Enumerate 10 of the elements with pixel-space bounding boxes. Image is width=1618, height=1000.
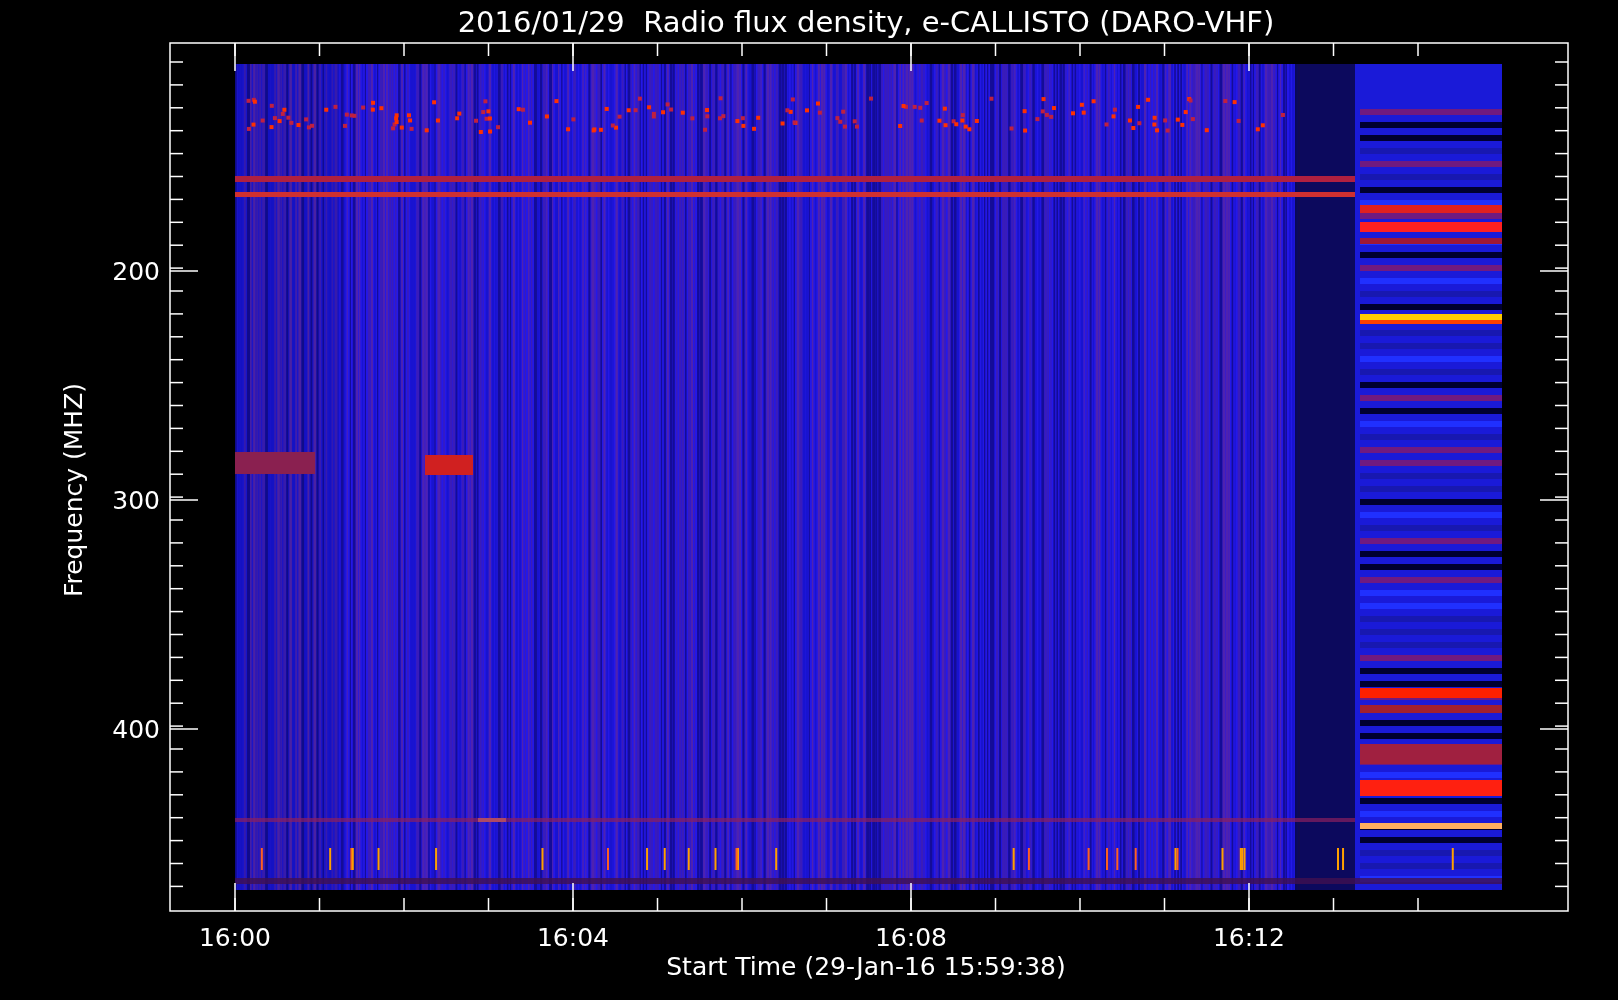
y-tick-label: 300 — [112, 486, 160, 515]
y-tick-label: 400 — [112, 715, 160, 744]
x-tick-label: 16:04 — [537, 923, 609, 952]
y-axis-title: Frequency (MHZ) — [59, 382, 88, 598]
x-tick-label: 16:08 — [875, 923, 947, 952]
x-axis-title: Start Time (29-Jan-16 15:59:38) — [666, 952, 1066, 981]
x-tick-label: 16:12 — [1213, 923, 1285, 952]
y-tick-label: 200 — [112, 257, 160, 286]
chart-title: 2016/01/29 Radio flux density, e-CALLISTO (DARO-VHF) — [457, 5, 1275, 39]
x-tick-label: 16:00 — [199, 923, 271, 952]
